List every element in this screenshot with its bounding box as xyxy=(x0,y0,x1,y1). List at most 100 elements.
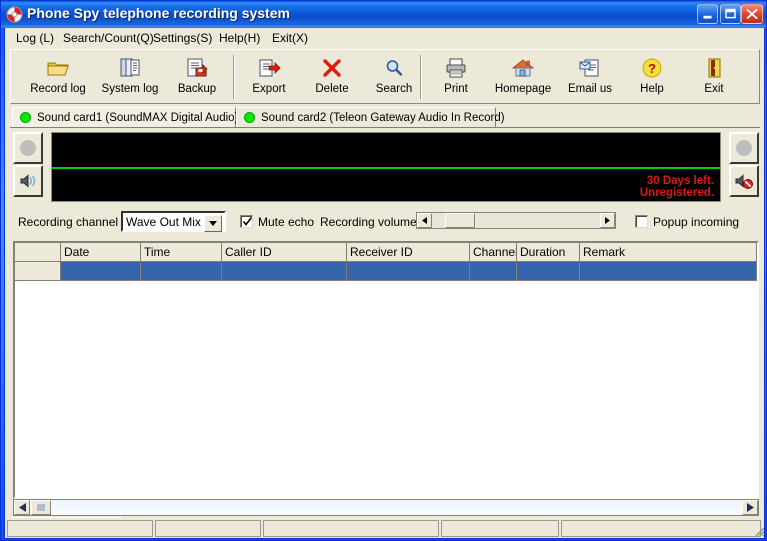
house-icon xyxy=(511,55,535,81)
toolbar-export-button[interactable]: Export xyxy=(238,52,300,102)
toolbar-system-log-button[interactable]: System log xyxy=(94,52,166,102)
grid-cell-date[interactable] xyxy=(61,262,141,281)
right-speaker-mute-button[interactable] xyxy=(729,165,759,197)
toolbar-search-label: Search xyxy=(375,83,413,95)
trial-notice: 30 Days left. Unregistered. xyxy=(640,175,714,199)
grid-cell-channel[interactable] xyxy=(470,262,517,281)
status-panel-1 xyxy=(7,520,153,537)
scroll-left-arrow-icon[interactable] xyxy=(14,500,30,515)
toolbar-system-log-label: System log xyxy=(101,83,159,95)
chevron-down-icon[interactable] xyxy=(204,215,222,232)
volume-slider-thumb[interactable] xyxy=(445,213,475,228)
toolbar-homepage-label: Homepage xyxy=(494,83,552,95)
envelope-doc-icon xyxy=(578,55,602,81)
export-arrow-icon xyxy=(257,55,281,81)
grid-cell-time[interactable] xyxy=(141,262,222,281)
toolbar-search-button[interactable]: Search xyxy=(363,52,425,102)
trial-unregistered: Unregistered. xyxy=(639,187,714,199)
mute-echo-checkbox[interactable] xyxy=(240,215,253,228)
maximize-button[interactable] xyxy=(720,4,741,24)
level-indicator-icon xyxy=(736,140,752,156)
window-title: Phone Spy telephone recording system xyxy=(27,5,290,21)
toolbar-homepage-button[interactable]: Homepage xyxy=(487,52,559,102)
grid-selected-row[interactable] xyxy=(15,262,757,281)
mute-echo-label[interactable]: Mute echo xyxy=(258,215,314,229)
toolbar-backup-label: Backup xyxy=(177,83,217,95)
status-panel-2 xyxy=(155,520,261,537)
speaker-mute-icon xyxy=(735,174,753,189)
tab-sound-card-1[interactable]: Sound card1 (SoundMAX Digital Audio) xyxy=(12,107,238,127)
toolbar-record-log-label: Record log xyxy=(30,83,86,95)
waveform-display: 30 Days left. Unregistered. xyxy=(51,132,721,202)
status-panel-3 xyxy=(263,520,439,537)
menu-bar: Log (L) Search/Count(Q) Settings(S) Help… xyxy=(5,28,764,47)
grid-cell-caller-id[interactable] xyxy=(222,262,347,281)
grid-header-receiver-id[interactable]: Receiver ID xyxy=(347,243,470,262)
speaker-icon xyxy=(20,174,36,188)
menu-item-log[interactable]: Log (L) xyxy=(11,30,59,46)
scroll-right-arrow-icon[interactable] xyxy=(742,500,758,515)
left-level-indicator-button[interactable] xyxy=(13,132,43,164)
application-window: Phone Spy telephone recording system Log… xyxy=(0,0,767,541)
minimize-button[interactable] xyxy=(697,4,718,24)
menu-item-exit[interactable]: Exit(X) xyxy=(267,30,313,46)
toolbar-record-log-button[interactable]: Record log xyxy=(22,52,94,102)
grid-cell-receiver-id[interactable] xyxy=(347,262,470,281)
toolbar-email-us-button[interactable]: Email us xyxy=(559,52,621,102)
hscroll-track[interactable] xyxy=(51,500,741,515)
right-level-indicator-button[interactable] xyxy=(729,132,759,164)
sound-card-tabstrip: Sound card1 (SoundMAX Digital Audio) Sou… xyxy=(10,107,760,127)
volume-increase-button[interactable] xyxy=(600,213,615,228)
toolbar-exit-label: Exit xyxy=(704,83,724,95)
grid-header-remark[interactable]: Remark xyxy=(580,243,757,262)
toolbar-print-button[interactable]: Print xyxy=(425,52,487,102)
resize-grip-icon[interactable] xyxy=(751,523,765,537)
toolbar-backup-button[interactable]: Backup xyxy=(166,52,228,102)
toolbar-export-label: Export xyxy=(252,83,286,95)
level-indicator-icon xyxy=(20,140,36,156)
toolbar-email-us-label: Email us xyxy=(567,83,613,95)
documents-icon xyxy=(118,55,142,81)
recording-volume-slider[interactable] xyxy=(416,212,616,229)
svg-text:?: ? xyxy=(648,61,656,76)
toolbar-print-label: Print xyxy=(444,83,468,95)
grid-header-duration[interactable]: Duration xyxy=(517,243,580,262)
toolbar-exit-button[interactable]: Exit xyxy=(683,52,745,102)
status-bar xyxy=(5,518,765,538)
waveform-panel: 30 Days left. Unregistered. xyxy=(13,132,759,206)
recording-channel-label: Recording channel xyxy=(18,215,119,229)
grid-header-indicator[interactable] xyxy=(15,243,61,262)
grid-cell-remark[interactable] xyxy=(580,262,757,281)
menu-item-settings[interactable]: Settings(S) xyxy=(148,30,217,46)
grid-cell-duration[interactable] xyxy=(517,262,580,281)
grid-header-date[interactable]: Date xyxy=(61,243,141,262)
toolbar-delete-label: Delete xyxy=(315,83,349,95)
grid-header-channel[interactable]: Channel xyxy=(470,243,517,262)
tab-sound-card-2[interactable]: Sound card2 (Teleon Gateway Audio In Rec… xyxy=(236,107,505,127)
menu-item-search[interactable]: Search/Count(Q) xyxy=(58,30,159,46)
menu-item-help[interactable]: Help(H) xyxy=(214,30,265,46)
grid-row-indicator[interactable] xyxy=(15,262,61,281)
recording-channel-select[interactable]: Wave Out Mix xyxy=(121,211,226,232)
toolbar-help-button[interactable]: ? Help xyxy=(621,52,683,102)
hscroll-thumb[interactable] xyxy=(31,500,51,515)
popup-incoming-label[interactable]: Popup incoming xyxy=(653,215,739,229)
tabstrip-divider xyxy=(10,127,760,128)
popup-incoming-checkbox[interactable] xyxy=(635,215,648,228)
grid-header-time[interactable]: Time xyxy=(141,243,222,262)
record-log-grid[interactable]: Date Time Caller ID Receiver ID Channel … xyxy=(13,241,759,499)
grid-horizontal-scrollbar[interactable] xyxy=(13,499,759,516)
toolbar-delete-button[interactable]: Delete xyxy=(301,52,363,102)
status-panel-5 xyxy=(561,520,761,537)
volume-decrease-button[interactable] xyxy=(417,213,432,228)
phone-spy-app-icon xyxy=(6,6,23,23)
waveform-signal-line xyxy=(52,167,720,169)
green-dot-icon xyxy=(20,112,31,123)
open-folder-icon xyxy=(46,55,70,81)
grid-header-row: Date Time Caller ID Receiver ID Channel … xyxy=(15,243,757,262)
grid-header-caller-id[interactable]: Caller ID xyxy=(222,243,347,262)
recording-volume-label: Recording volume xyxy=(320,215,417,229)
close-button[interactable] xyxy=(741,4,763,24)
left-speaker-button[interactable] xyxy=(13,165,43,197)
save-disk-icon xyxy=(185,55,209,81)
